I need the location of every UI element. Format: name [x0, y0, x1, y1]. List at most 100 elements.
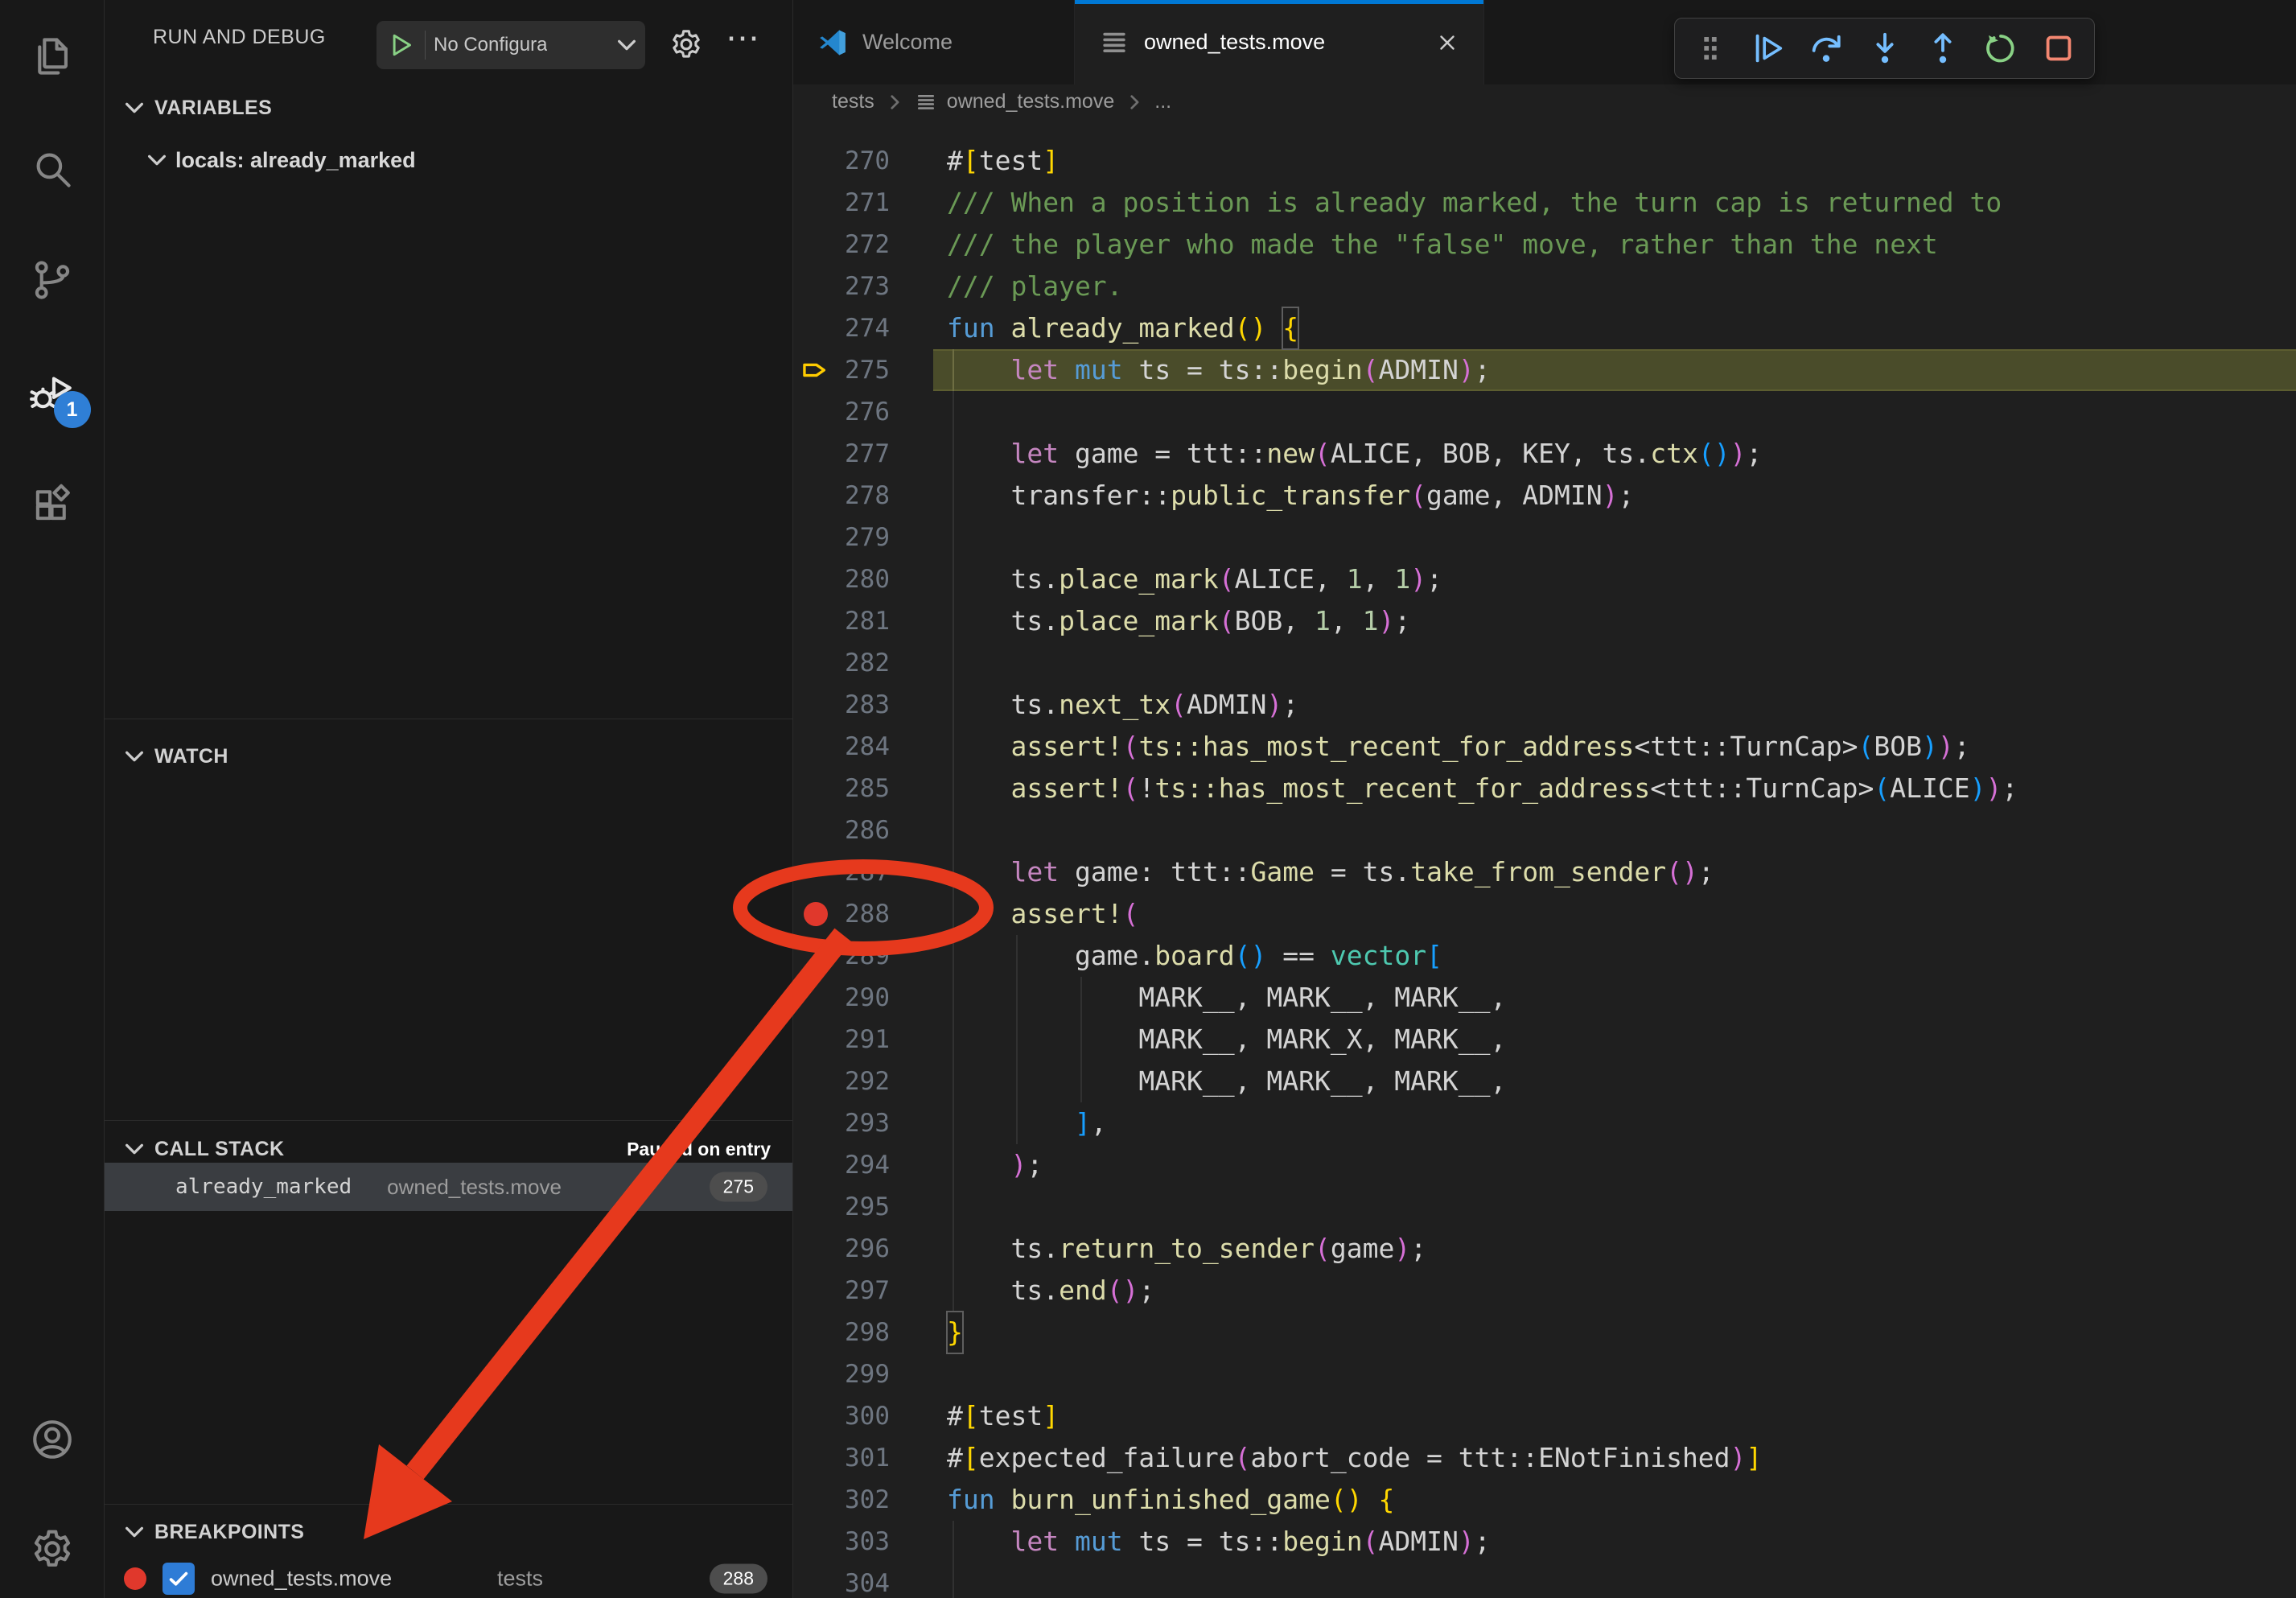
code-line-296[interactable]: 296 ts.return_to_sender(game);: [793, 1228, 2296, 1270]
source-control-button[interactable]: [23, 251, 81, 309]
run-and-debug-button[interactable]: 1: [23, 364, 81, 422]
gutter[interactable]: [793, 1228, 838, 1270]
continue-button[interactable]: [1746, 26, 1791, 71]
more-actions-icon[interactable]: ⋯: [726, 0, 762, 74]
code-line-273[interactable]: 273/// player.: [793, 266, 2296, 307]
code-line-274[interactable]: 274fun already_marked() {: [793, 307, 2296, 349]
code-line-300[interactable]: 300#[test]: [793, 1395, 2296, 1437]
gutter[interactable]: [793, 1563, 838, 1598]
code-line-284[interactable]: 284 assert!(ts::has_most_recent_for_addr…: [793, 726, 2296, 768]
search-button[interactable]: [23, 140, 81, 198]
code-line-291[interactable]: 291 MARK__, MARK_X, MARK__,: [793, 1019, 2296, 1061]
gutter[interactable]: [793, 433, 838, 475]
gutter[interactable]: [793, 140, 838, 182]
gutter[interactable]: [793, 1144, 838, 1186]
code-line-278[interactable]: 278 transfer::public_transfer(game, ADMI…: [793, 475, 2296, 517]
gutter[interactable]: [793, 851, 838, 893]
code-line-288[interactable]: 288 assert!(: [793, 893, 2296, 935]
gutter[interactable]: [793, 768, 838, 809]
code-line-271[interactable]: 271/// When a position is already marked…: [793, 182, 2296, 224]
code-line-277[interactable]: 277 let game = ttt::new(ALICE, BOB, KEY,…: [793, 433, 2296, 475]
gutter[interactable]: [793, 1395, 838, 1437]
code-line-293[interactable]: 293 ],: [793, 1102, 2296, 1144]
code-line-299[interactable]: 299: [793, 1353, 2296, 1395]
restart-button[interactable]: [1978, 26, 2023, 71]
code-line-290[interactable]: 290 MARK__, MARK__, MARK__,: [793, 977, 2296, 1019]
gutter[interactable]: [793, 182, 838, 224]
drag-handle-icon[interactable]: [1688, 26, 1733, 71]
current-line-gutter[interactable]: [793, 349, 838, 391]
code-line-272[interactable]: 272/// the player who made the "false" m…: [793, 224, 2296, 266]
breadcrumb-item[interactable]: tests: [832, 90, 874, 113]
close-icon[interactable]: [1435, 31, 1459, 55]
stop-button[interactable]: [2036, 26, 2081, 71]
breakpoint-item[interactable]: owned_tests.move tests 288: [105, 1558, 792, 1598]
breadcrumb-item[interactable]: ...: [1154, 90, 1171, 113]
gutter[interactable]: [793, 558, 838, 600]
code-line-270[interactable]: 270#[test]: [793, 140, 2296, 182]
breadcrumb-item[interactable]: owned_tests.move: [947, 90, 1114, 113]
gutter[interactable]: [793, 307, 838, 349]
step-over-button[interactable]: [1804, 26, 1849, 71]
settings-button[interactable]: [23, 1520, 81, 1578]
breakpoint-gutter[interactable]: [793, 893, 838, 935]
code-line-276[interactable]: 276: [793, 391, 2296, 433]
gutter[interactable]: [793, 809, 838, 851]
code-line-281[interactable]: 281 ts.place_mark(BOB, 1, 1);: [793, 600, 2296, 642]
gutter[interactable]: [793, 726, 838, 768]
code-line-303[interactable]: 303 let mut ts = ts::begin(ADMIN);: [793, 1521, 2296, 1563]
code-editor[interactable]: 270#[test]271/// When a position is alre…: [793, 119, 2296, 1598]
gutter[interactable]: [793, 1312, 838, 1353]
gutter[interactable]: [793, 684, 838, 726]
code-line-297[interactable]: 297 ts.end();: [793, 1270, 2296, 1312]
code-line-302[interactable]: 302fun burn_unfinished_game() {: [793, 1479, 2296, 1521]
accounts-button[interactable]: [23, 1411, 81, 1468]
gutter[interactable]: [793, 475, 838, 517]
code-line-292[interactable]: 292 MARK__, MARK__, MARK__,: [793, 1061, 2296, 1102]
code-line-279[interactable]: 279: [793, 517, 2296, 558]
step-into-button[interactable]: [1862, 26, 1907, 71]
breakpoint-checkbox[interactable]: [163, 1563, 195, 1595]
code-line-285[interactable]: 285 assert!(!ts::has_most_recent_for_add…: [793, 768, 2296, 809]
code-line-283[interactable]: 283 ts.next_tx(ADMIN);: [793, 684, 2296, 726]
code-line-289[interactable]: 289 game.board() == vector[: [793, 935, 2296, 977]
gutter[interactable]: [793, 266, 838, 307]
gutter[interactable]: [793, 1521, 838, 1563]
variables-locals-row[interactable]: locals: already_marked: [105, 138, 792, 182]
gutter[interactable]: [793, 1479, 838, 1521]
step-out-button[interactable]: [1920, 26, 1965, 71]
code-line-286[interactable]: 286: [793, 809, 2296, 851]
gutter[interactable]: [793, 642, 838, 684]
code-line-280[interactable]: 280 ts.place_mark(ALICE, 1, 1);: [793, 558, 2296, 600]
breadcrumb[interactable]: tests owned_tests.move...: [793, 84, 2296, 119]
gutter[interactable]: [793, 1061, 838, 1102]
section-breakpoints[interactable]: BREAKPOINTS: [105, 1513, 792, 1551]
tab-welcome[interactable]: Welcome: [793, 0, 1075, 84]
code-line-304[interactable]: 304: [793, 1563, 2296, 1598]
code-line-301[interactable]: 301#[expected_failure(abort_code = ttt::…: [793, 1437, 2296, 1479]
section-watch[interactable]: WATCH: [105, 737, 792, 776]
gutter[interactable]: [793, 977, 838, 1019]
gutter[interactable]: [793, 391, 838, 433]
tab-owned-tests-move[interactable]: owned_tests.move: [1075, 0, 1484, 84]
gutter[interactable]: [793, 224, 838, 266]
code-line-275[interactable]: 275 let mut ts = ts::begin(ADMIN);: [793, 349, 2296, 391]
gutter[interactable]: [793, 1353, 838, 1395]
section-variables[interactable]: VARIABLES: [105, 89, 792, 127]
gutter[interactable]: [793, 935, 838, 977]
code-line-294[interactable]: 294 );: [793, 1144, 2296, 1186]
debug-config-dropdown[interactable]: No Configura: [376, 21, 645, 69]
gutter[interactable]: [793, 1019, 838, 1061]
code-line-287[interactable]: 287 let game: ttt::Game = ts.take_from_s…: [793, 851, 2296, 893]
call-stack-frame[interactable]: already_marked owned_tests.move 275: [105, 1163, 792, 1211]
code-line-298[interactable]: 298}: [793, 1312, 2296, 1353]
code-line-295[interactable]: 295: [793, 1186, 2296, 1228]
gutter[interactable]: [793, 600, 838, 642]
gutter[interactable]: [793, 1437, 838, 1479]
gutter[interactable]: [793, 1102, 838, 1144]
explorer-button[interactable]: [23, 27, 81, 85]
start-debugging-icon[interactable]: [386, 31, 415, 60]
gutter[interactable]: [793, 517, 838, 558]
extensions-button[interactable]: [23, 475, 81, 533]
debug-gear-icon[interactable]: [661, 19, 711, 69]
